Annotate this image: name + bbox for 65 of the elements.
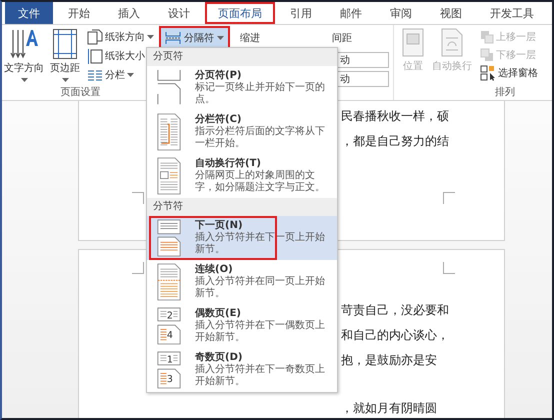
caret-icon <box>127 72 134 76</box>
ribbon-button[interactable]: 选择窗格 <box>478 64 540 81</box>
ribbon-tab[interactable]: 设计 <box>155 2 203 24</box>
margin-corner-mark <box>132 262 144 274</box>
group-label: 页面设置 <box>60 86 100 100</box>
ribbon-tab[interactable]: 引用 <box>277 2 325 24</box>
menu-item-description: 插入分节符并在下一奇数页上开始新节。 <box>195 364 326 388</box>
bring-forward-icon <box>480 30 494 44</box>
caret-icon <box>147 34 154 38</box>
text-wrap-icon <box>440 28 464 58</box>
menu-item-title: 分栏符(C) <box>195 113 242 126</box>
page-orientation-icon <box>87 28 103 44</box>
menu-item-title: 自动换行符(T) <box>195 157 261 170</box>
menu-item-title: 偶数页(E) <box>195 307 241 320</box>
caret-icon <box>62 78 68 82</box>
caret-icon <box>20 78 28 82</box>
ribbon-tab[interactable]: 视图 <box>427 2 475 24</box>
ribbon-tab[interactable]: 邮件 <box>327 2 375 24</box>
body-text: 和自己的内心谈心， <box>341 327 449 344</box>
ribbon-tab[interactable]: 开发工具 <box>477 2 547 24</box>
page-margins-icon <box>52 28 78 60</box>
send-backward-icon <box>480 48 494 62</box>
ribbon-tab[interactable]: 页面布局 <box>205 2 275 24</box>
menu-item-title: 分页符(P) <box>195 69 242 82</box>
indent-label: 缩进 <box>240 32 260 44</box>
ribbon-button[interactable]: 文字方向 <box>3 28 45 85</box>
menu-item-title: 连续(O) <box>195 263 233 276</box>
menu-item-description: 分隔网页上的对象周围的文字，如分隔题注文字与正文。 <box>195 170 326 194</box>
body-text: 抱，是鼓励亦是安 <box>341 352 437 369</box>
page-size-icon <box>87 48 103 64</box>
margin-corner-mark <box>443 192 455 204</box>
spacing-label: 间距 <box>332 32 352 44</box>
margin-corner-mark <box>443 262 455 274</box>
body-text: 民春播秋收一样，硕 <box>341 108 449 125</box>
body-text: 苛责自己，没必要和 <box>341 302 449 319</box>
menu-item[interactable]: 1 3 奇数页(D) 插入分节符并在下一奇数页上开始新节。 <box>147 348 337 392</box>
menu-item-description: 插入分节符并在同一页上开始新节。 <box>195 276 326 300</box>
menu-item-title: 奇数页(D) <box>195 351 242 364</box>
body-text: ，就如月有阴晴圆 <box>341 400 437 417</box>
position-icon <box>401 28 425 58</box>
ribbon-button[interactable]: 页边距 <box>49 28 81 85</box>
menu-section-header: 分节符 <box>147 198 337 216</box>
ribbon-button[interactable]: 纸张方向 <box>85 28 156 45</box>
selection-pane-icon <box>480 64 496 80</box>
menu-item[interactable]: 连续(O) 插入分节符并在同一页上开始新节。 <box>147 260 337 304</box>
ribbon-tab[interactable]: 审阅 <box>377 2 425 24</box>
file-tab[interactable]: 文件 <box>5 2 53 24</box>
menu-item[interactable]: 分栏符(C) 指示分栏符后面的文字将从下一栏开始。 <box>147 110 337 154</box>
menu-item[interactable]: 自动换行符(T) 分隔网页上的对象周围的文字，如分隔题注文字与正文。 <box>147 154 337 198</box>
ribbon-tab[interactable]: 开始 <box>55 2 103 24</box>
caret-icon <box>217 36 224 40</box>
margin-corner-mark <box>132 192 144 204</box>
menu-item-description: 指示分栏符后面的文字将从下一栏开始。 <box>195 126 326 150</box>
menu-item-description: 标记一页终止并开始下一页的点。 <box>195 82 326 106</box>
breaks-button[interactable]: 分隔符 <box>161 28 228 47</box>
text-direction-icon <box>9 28 39 60</box>
columns-icon <box>87 68 103 82</box>
menu-item-title: 下一页(N) <box>195 219 243 232</box>
body-text: ，都是自己努力的结 <box>341 133 449 150</box>
ribbon-tab[interactable]: 插入 <box>105 2 153 24</box>
group-label: 排列 <box>495 86 515 100</box>
menu-section-header: 分页符 <box>147 48 337 66</box>
page-break-icon <box>165 30 181 44</box>
menu-item-description: 插入分节符并在下一偶数页上开始新节。 <box>195 320 326 344</box>
menu-item[interactable]: 2 4 偶数页(E) 插入分节符并在下一偶数页上开始新节。 <box>147 304 337 348</box>
